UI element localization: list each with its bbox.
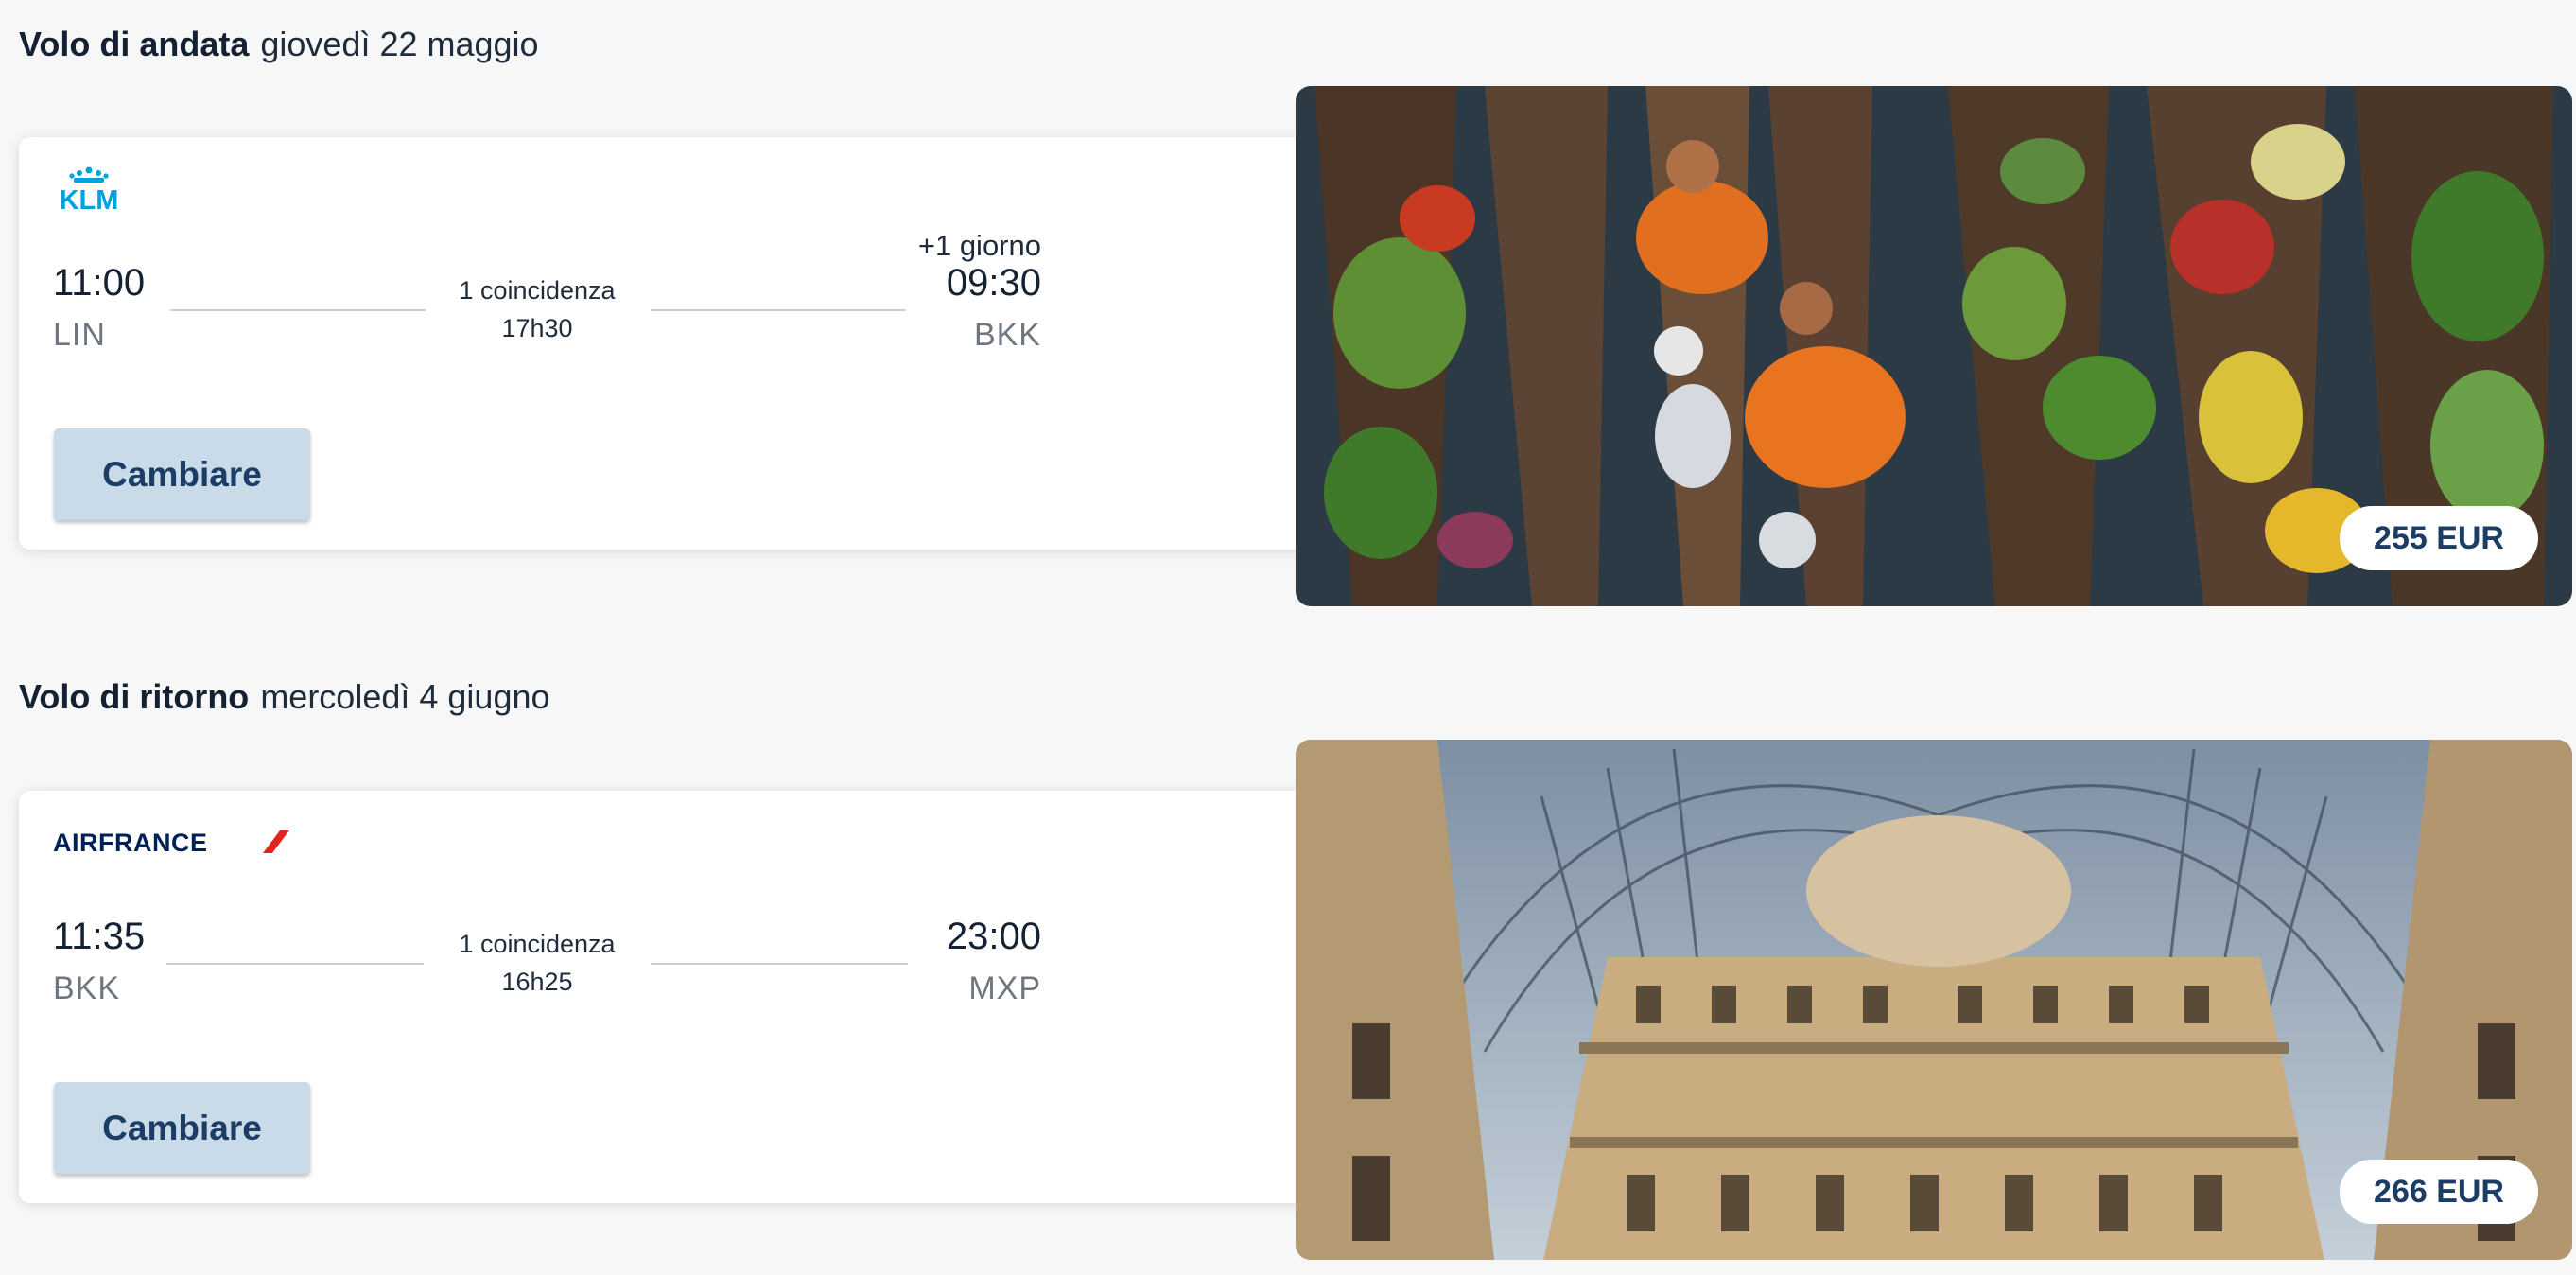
airfrance-logo: AIRFRANCE [53, 827, 299, 857]
return-destination-photo: 266 EUR [1296, 740, 2572, 1260]
return-date: mercoledì 4 giugno [260, 677, 550, 716]
depart-airport: BKK [53, 970, 121, 1006]
outbound-title: Volo di andata [19, 25, 250, 63]
klm-wordmark: KLM [60, 185, 119, 215]
return-heading: Volo di ritorno mercoledì 4 giugno [19, 675, 550, 719]
outbound-destination-photo: 255 EUR [1296, 86, 2572, 606]
flight-duration: 16h25 [501, 968, 573, 996]
route-line-right [651, 309, 906, 311]
route-line-right [651, 963, 908, 965]
arrive-airport: MXP [968, 970, 1041, 1006]
change-return-button[interactable]: Cambiare [54, 1082, 310, 1174]
route-line-left [166, 963, 424, 965]
flight-duration: 17h30 [501, 314, 573, 342]
depart-airport: LIN [53, 317, 106, 353]
klm-logo: KLM [51, 166, 127, 216]
depart-time: 11:00 [53, 262, 146, 304]
outbound-heading: Volo di andata giovedì 22 maggio [19, 23, 539, 66]
depart-time: 11:35 [53, 916, 146, 957]
outbound-price-badge: 255 EUR [2340, 506, 2538, 570]
connection-info: 1 coincidenza 16h25 [433, 925, 641, 1001]
airfrance-wordmark: AIRFRANCE [53, 829, 208, 857]
outbound-date: giovedì 22 maggio [260, 25, 539, 63]
change-outbound-button[interactable]: Cambiare [54, 428, 310, 520]
arrive-time: 23:00 [946, 916, 1041, 957]
return-title: Volo di ritorno [19, 677, 250, 716]
arrive-airport: BKK [973, 317, 1041, 353]
klm-crown-icon: KLM [60, 166, 119, 216]
return-price-badge: 266 EUR [2340, 1160, 2538, 1224]
day-offset: +1 giorno [917, 229, 1041, 262]
outbound-flight-card: KLM 11:00 LIN 1 coincidenza 17h30 +1 gio… [19, 137, 1319, 550]
route-line-left [170, 309, 426, 311]
arrive-time: 09:30 [946, 262, 1041, 304]
connection-count: 1 coincidenza [459, 930, 616, 958]
connection-count: 1 coincidenza [459, 276, 616, 305]
connection-info: 1 coincidenza 17h30 [433, 271, 641, 347]
return-flight-card: AIRFRANCE 11:35 BKK 1 coincidenza 16h25 … [19, 791, 1319, 1203]
